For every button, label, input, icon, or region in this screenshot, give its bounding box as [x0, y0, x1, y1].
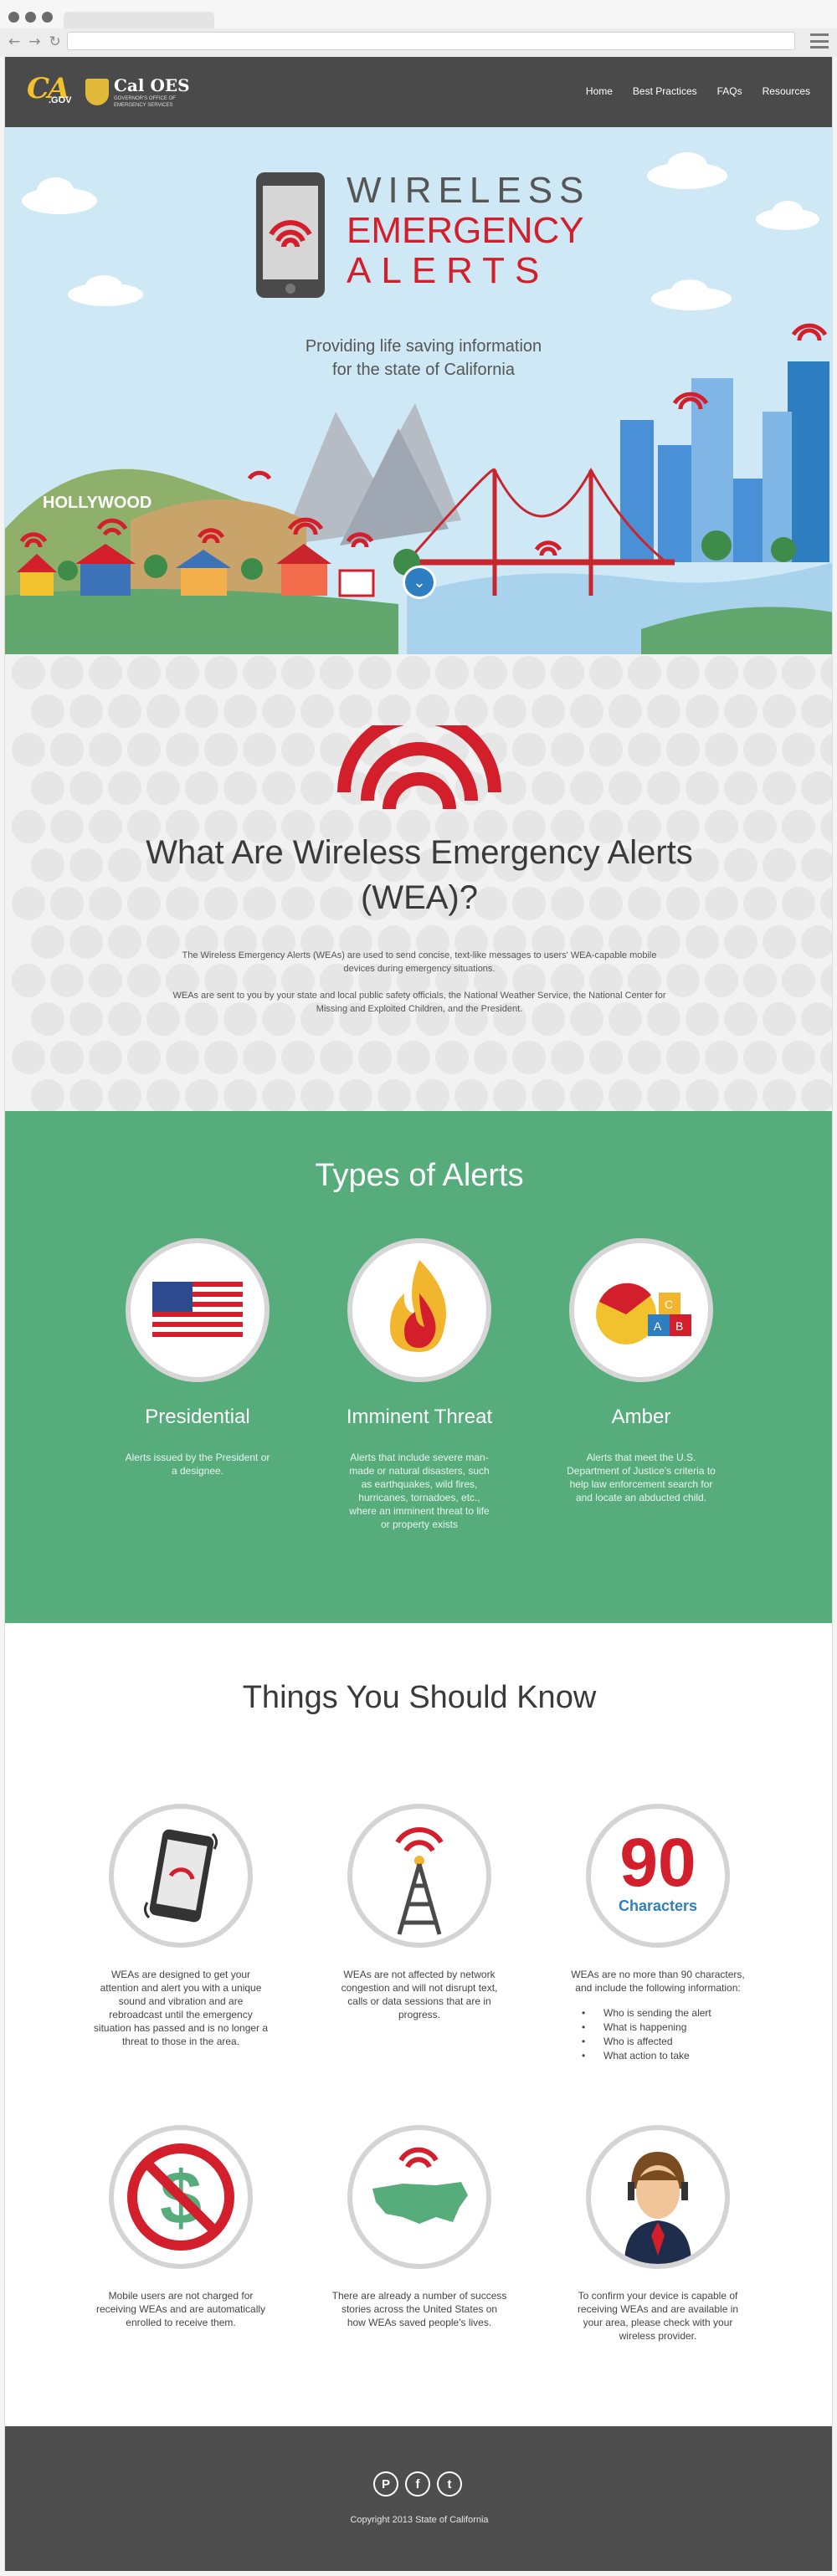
cal-oes-logo-subtitle: GOVERNOR'S OFFICE OF EMERGENCY SERVICES	[114, 96, 176, 108]
web-page: CA .GOV Cal OES GOVERNOR'S OFFICE OF EME…	[4, 57, 833, 2571]
type-name: Presidential	[145, 1406, 250, 1428]
minimize-window-button[interactable]	[25, 12, 36, 23]
nav-faqs[interactable]: FAQs	[717, 85, 742, 97]
character-count-label: Characters	[618, 1897, 698, 1914]
type-amber: A B C Amber Alerts that meet the U.S. De…	[557, 1238, 725, 1504]
what-are-wea-section: What Are Wireless Emergency Alerts (WEA)…	[5, 654, 832, 1111]
hero-subtitle: Providing life saving information for th…	[256, 335, 591, 382]
know-item-network: WEAs are not affected by network congest…	[323, 1804, 516, 2021]
what-paragraph-1: The Wireless Emergency Alerts (WEAs) are…	[182, 950, 657, 974]
what-title-line-2: (WEA)?	[361, 879, 478, 916]
list-item: Who is affected	[582, 2035, 754, 2049]
window-controls	[8, 12, 53, 23]
social-links: P f t	[373, 2471, 462, 2497]
required-info-list: Who is sending the alert What is happeni…	[582, 2006, 754, 2063]
hero-subtitle-line-2: for the state of California	[332, 361, 515, 379]
forward-arrow-icon[interactable]: →	[28, 33, 40, 50]
types-of-alerts-section: Types of Alerts Presidential Alerts issu…	[5, 1111, 832, 1623]
us-flag-icon	[126, 1238, 270, 1382]
type-presidential: Presidential Alerts issued by the Presid…	[114, 1238, 281, 1477]
type-imminent-threat: Imminent Threat Alerts that include seve…	[336, 1238, 503, 1531]
ca-gov-logo-suffix: .GOV	[49, 95, 72, 105]
vibrating-phone-icon	[109, 1804, 253, 1948]
browser-chrome: ← → ↻	[0, 0, 837, 57]
pinterest-icon[interactable]: P	[373, 2471, 398, 2497]
types-title: Types of Alerts	[315, 1158, 524, 1193]
cal-oes-logo[interactable]: Cal OES	[114, 75, 190, 95]
type-description: Alerts that meet the U.S. Department of …	[567, 1452, 716, 1503]
hero-subtitle-line-1: Providing life saving information	[305, 337, 542, 356]
browser-menu-icon[interactable]	[810, 33, 829, 49]
close-window-button[interactable]	[8, 12, 19, 23]
fire-icon	[347, 1238, 491, 1382]
browser-tab[interactable]	[64, 12, 214, 28]
svg-text:C: C	[665, 1298, 673, 1311]
toys-icon: A B C	[569, 1238, 713, 1382]
know-title: Things You Should Know	[242, 1680, 597, 1715]
list-item: What action to take	[582, 2049, 754, 2063]
what-paragraph-2: WEAs are sent to you by your state and l…	[172, 991, 666, 1014]
svg-text:A: A	[654, 1319, 662, 1333]
phone-icon	[256, 172, 325, 298]
type-name: Amber	[611, 1406, 671, 1428]
chevron-down-icon: ⌄	[413, 573, 426, 591]
wifi-signal-icon	[337, 725, 501, 810]
hero-title-wireless: WIRELESS	[347, 170, 591, 211]
site-header: CA .GOV Cal OES GOVERNOR'S OFFICE OF EME…	[5, 57, 832, 127]
cal-oes-seal-icon	[85, 79, 109, 105]
svg-text:B: B	[675, 1319, 683, 1333]
support-agent-icon	[586, 2125, 730, 2269]
nav-resources[interactable]: Resources	[763, 85, 810, 97]
what-title: What Are Wireless Emergency Alerts (WEA)…	[126, 830, 712, 920]
things-you-should-know-section: Things You Should Know WEAs are designed…	[5, 1623, 832, 2426]
nav-best-practices[interactable]: Best Practices	[633, 85, 697, 97]
know-item-text: To confirm your device is capable of rec…	[577, 2290, 739, 2342]
know-item-text: There are already a number of success st…	[331, 2290, 507, 2328]
maximize-window-button[interactable]	[42, 12, 53, 23]
what-title-line-1: What Are Wireless Emergency Alerts	[146, 834, 693, 871]
know-item-attention: WEAs are designed to get your attention …	[85, 1804, 277, 2048]
reload-icon[interactable]: ↻	[49, 33, 61, 50]
hero-title-emergency: EMERGENCY	[347, 210, 584, 251]
know-item-text: WEAs are designed to get your attention …	[93, 1969, 269, 2047]
address-bar[interactable]	[67, 32, 795, 50]
cell-tower-icon	[347, 1804, 491, 1948]
type-name: Imminent Threat	[346, 1406, 493, 1428]
know-item-no-charge: $ Mobile users are not charged for recei…	[85, 2125, 277, 2329]
list-item: What is happening	[582, 2020, 754, 2035]
back-arrow-icon[interactable]: ←	[8, 33, 20, 50]
character-count-badge: 90 Characters	[586, 1804, 730, 1948]
site-footer: P f t Copyright 2013 State of California	[5, 2426, 832, 2571]
browser-nav-buttons: ← → ↻	[8, 33, 61, 50]
know-item-text: WEAs are no more than 90 characters, and…	[571, 1969, 745, 1994]
know-item-text: Mobile users are not charged for receivi…	[95, 2290, 266, 2328]
know-item-text: WEAs are not affected by network congest…	[341, 1969, 498, 2020]
nav-home[interactable]: Home	[586, 85, 613, 97]
tab-bar	[0, 0, 837, 28]
main-nav: Home Best Practices FAQs Resources	[586, 85, 810, 97]
scroll-down-button[interactable]: ⌄	[403, 566, 436, 599]
hero-title-alerts: ALERTS	[347, 250, 550, 291]
list-item: Who is sending the alert	[582, 2006, 754, 2020]
know-item-characters: 90 Characters WEAs are no more than 90 c…	[562, 1804, 754, 2063]
type-description: Alerts issued by the President or a desi…	[125, 1452, 270, 1477]
know-item-success-stories: There are already a number of success st…	[323, 2125, 516, 2329]
hollywood-sign: HOLLYWOOD	[43, 494, 151, 512]
type-description: Alerts that include severe man-made or n…	[349, 1452, 490, 1530]
us-map-icon	[347, 2125, 491, 2269]
character-count-number: 90	[619, 1825, 696, 1901]
no-charge-dollar-icon: $	[109, 2125, 253, 2269]
hero-title: WIRELESS EMERGENCY ALERTS	[347, 171, 598, 291]
facebook-icon[interactable]: f	[405, 2471, 430, 2497]
know-item-provider: To confirm your device is capable of rec…	[562, 2125, 754, 2343]
copyright-text: Copyright 2013 State of California	[350, 2515, 489, 2525]
twitter-icon[interactable]: t	[437, 2471, 462, 2497]
